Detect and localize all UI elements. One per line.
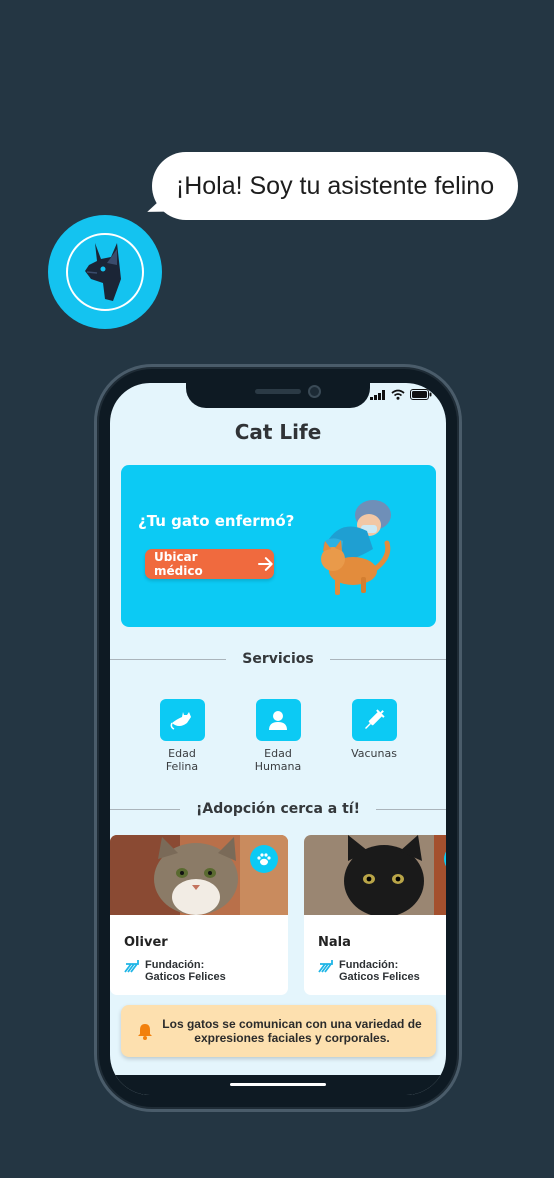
divider-line <box>329 658 446 660</box>
service-cat-age[interactable]: Edad Felina <box>147 699 217 773</box>
cat-photo-nala <box>304 835 446 915</box>
cat-fact-tip[interactable]: Los gatos se comunican con una variedad … <box>121 1005 436 1057</box>
locate-vet-button[interactable]: Ubicar médico <box>145 549 274 579</box>
banner-question: ¿Tu gato enfermó? <box>138 512 295 530</box>
foundation-logo-icon <box>124 960 139 973</box>
cat-photo-oliver <box>110 835 288 915</box>
adoption-card-oliver[interactable]: Oliver Fundación: Gaticos Felices <box>110 835 288 995</box>
adoption-cards: Oliver Fundación: Gaticos Felices Nala F… <box>110 835 446 995</box>
service-label: Edad Humana <box>254 747 302 773</box>
service-label: Edad Felina <box>165 747 199 773</box>
person-icon <box>255 699 301 741</box>
foundation-info: Fundación: Gaticos Felices <box>124 959 226 983</box>
services-list: Edad Felina Edad Humana Vacunas <box>110 699 446 773</box>
assistant-avatar[interactable] <box>48 215 162 329</box>
paw-icon[interactable] <box>250 845 278 873</box>
battery-icon <box>410 389 432 400</box>
service-vaccines[interactable]: Vacunas <box>339 699 409 773</box>
wifi-icon <box>391 389 405 400</box>
services-section-header: Servicios <box>110 651 446 667</box>
avatar-ring <box>66 233 144 311</box>
service-human-age[interactable]: Edad Humana <box>243 699 313 773</box>
tip-text: Los gatos se comunican con una variedad … <box>162 1017 422 1045</box>
adoption-card-nala[interactable]: Nala Fundación: Gaticos Felices <box>304 835 446 995</box>
app-title: Cat Life <box>234 420 322 444</box>
assistant-speech-bubble: ¡Hola! Soy tu asistente felino <box>152 152 518 220</box>
adoption-section-header: ¡Adopción cerca a tí! <box>110 801 446 817</box>
cat-age-icon <box>159 699 205 741</box>
divider-line <box>375 808 446 810</box>
phone-camera <box>308 385 321 398</box>
cat-head-icon <box>85 243 121 301</box>
services-heading: Servicios <box>242 651 314 667</box>
assistant-greeting: ¡Hola! Soy tu asistente felino <box>175 171 495 200</box>
phone-speaker <box>255 389 301 394</box>
signal-icon <box>370 389 385 400</box>
foundation-name: Fundación: Gaticos Felices <box>145 959 226 983</box>
arrow-right-icon <box>258 557 274 571</box>
home-indicator[interactable] <box>230 1083 326 1086</box>
cat-name: Nala <box>318 935 351 950</box>
bell-icon <box>138 1024 152 1040</box>
status-bar-icons <box>370 389 432 400</box>
service-label: Vacunas <box>351 747 397 760</box>
sick-cat-banner[interactable]: ¿Tu gato enfermó? Ubicar médico <box>121 465 436 627</box>
cat-name: Oliver <box>124 935 168 950</box>
foundation-name: Fundación: Gaticos Felices <box>339 959 420 983</box>
phone-notch <box>186 383 370 408</box>
adoption-heading: ¡Adopción cerca a tí! <box>196 801 360 817</box>
locate-vet-label: Ubicar médico <box>154 550 203 578</box>
app-screen: Cat Life ¿Tu gato enfermó? Ubicar médico <box>110 383 446 1095</box>
foundation-logo-icon <box>318 960 333 973</box>
vet-with-cat-illustration <box>321 500 391 595</box>
syringe-icon <box>351 699 397 741</box>
foundation-info: Fundación: Gaticos Felices <box>318 959 420 983</box>
divider-line <box>110 808 181 810</box>
divider-line <box>110 658 227 660</box>
